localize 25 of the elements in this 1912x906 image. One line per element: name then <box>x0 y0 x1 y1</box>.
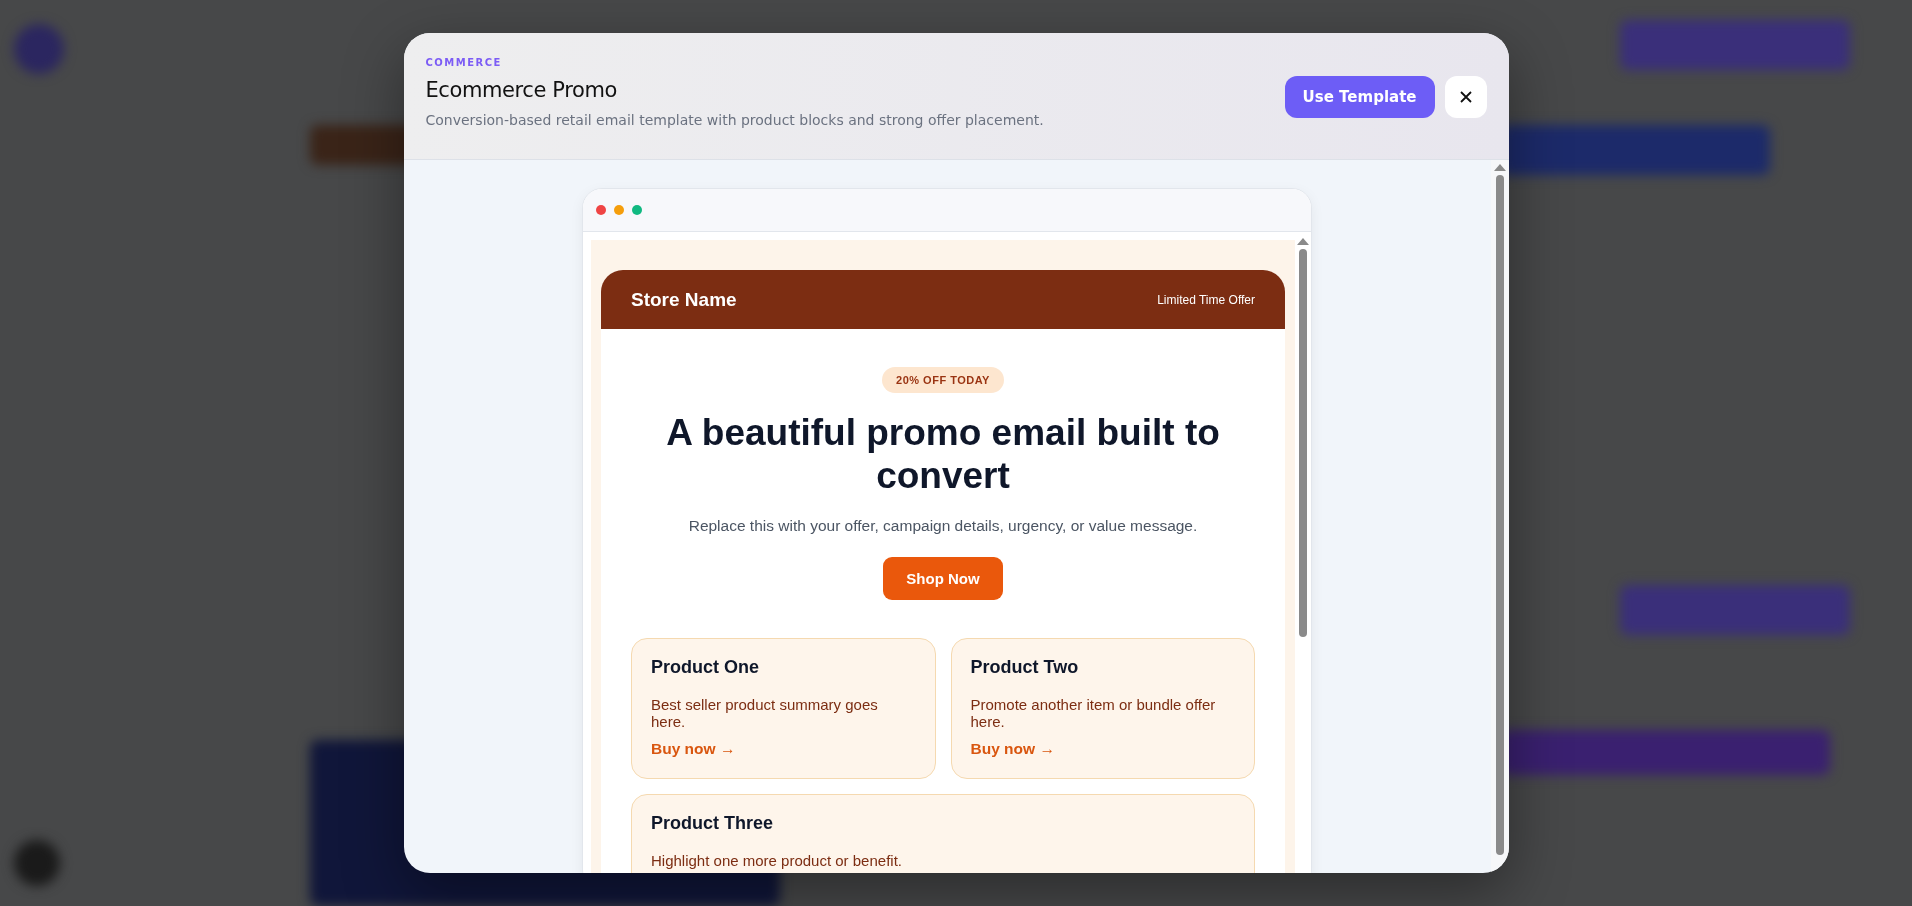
discount-badge: 20% OFF TODAY <box>882 367 1004 393</box>
preview-scrollbar[interactable] <box>1295 232 1311 873</box>
product-description: Promote another item or bundle offer here. <box>970 696 1217 730</box>
product-name: Product Three <box>651 813 775 834</box>
modal-scrollbar[interactable] <box>1490 160 1509 873</box>
use-template-button[interactable]: Use Template <box>1284 76 1435 118</box>
window-dot-icon <box>614 205 624 215</box>
window-dot-icon <box>632 205 642 215</box>
close-button[interactable] <box>1444 76 1487 118</box>
store-name: Store Name <box>631 288 737 311</box>
product-name: Product One <box>651 657 760 678</box>
category-label: COMMERCE <box>425 57 503 68</box>
buy-now-link[interactable]: Buy now → <box>970 740 1055 758</box>
shop-now-button[interactable]: Shop Now <box>883 557 1003 600</box>
buy-now-link[interactable]: Buy now → <box>651 740 736 758</box>
product-name: Product Two <box>970 657 1080 678</box>
product-description: Highlight one more product or benefit. <box>651 852 903 869</box>
close-icon <box>1459 91 1472 103</box>
offer-tag: Limited Time Offer <box>1157 292 1255 307</box>
modal-title: Ecommerce Promo <box>425 78 618 102</box>
email-message: Replace this with your offer, campaign details, urgency, or value message. <box>688 517 1198 535</box>
product-description: Best seller product summary goes here. <box>651 696 879 730</box>
modal-description: Conversion-based retail email template with product blocks and strong offer placement. <box>425 112 1044 128</box>
window-dot-icon <box>596 205 606 215</box>
email-headline: A beautiful promo email built to convert <box>665 411 1221 497</box>
